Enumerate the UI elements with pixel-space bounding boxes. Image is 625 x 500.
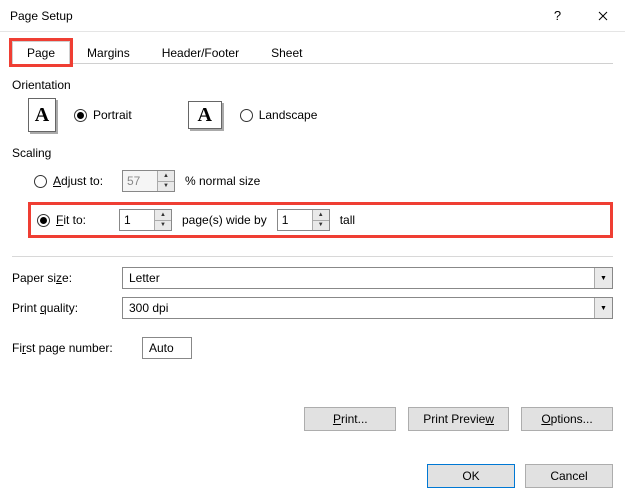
spinner-arrows-icon[interactable]: ▲▼ [157,171,174,191]
spinner-arrows-icon[interactable]: ▲▼ [154,210,171,230]
fit-wide-input[interactable] [120,210,154,230]
normal-size-label: % normal size [185,174,260,188]
orientation-label: Orientation [12,78,613,92]
close-button[interactable] [580,0,625,32]
paper-size-select[interactable]: Letter ▼ [122,267,613,289]
tabstrip: Page Margins Header/Footer Sheet [12,40,613,64]
chevron-down-icon: ▼ [594,298,612,318]
radio-dot-icon [37,214,50,227]
scaling-fit-to[interactable]: Fit to: [37,213,109,227]
landscape-icon: A [188,101,222,129]
tab-sheet[interactable]: Sheet [256,41,317,64]
print-quality-value: 300 dpi [123,301,594,315]
divider [12,256,613,257]
adjust-to-label: Adjust to: [53,174,103,188]
tab-margins[interactable]: Margins [72,41,145,64]
print-button[interactable]: Print... [304,407,396,431]
adjust-to-spinner[interactable]: ▲▼ [122,170,175,192]
radio-dot-icon [34,175,47,188]
print-quality-select[interactable]: 300 dpi ▼ [122,297,613,319]
fit-wide-spinner[interactable]: ▲▼ [119,209,172,231]
adjust-to-input[interactable] [123,171,157,191]
fit-to-label: Fit to: [56,213,86,227]
help-button[interactable]: ? [535,0,580,32]
fit-tall-spinner[interactable]: ▲▼ [277,209,330,231]
landscape-label: Landscape [259,108,318,122]
close-icon [598,11,608,21]
cancel-button[interactable]: Cancel [525,464,613,488]
orientation-landscape[interactable]: Landscape [240,108,318,122]
ok-button[interactable]: OK [427,464,515,488]
tab-header-footer[interactable]: Header/Footer [147,41,254,64]
paper-size-value: Letter [123,271,594,285]
dialog-footer: OK Cancel [427,464,613,488]
paper-size-label: Paper size: [12,271,122,285]
tab-page[interactable]: Page [12,41,70,64]
pages-wide-by-label: page(s) wide by [182,213,267,227]
spinner-arrows-icon[interactable]: ▲▼ [312,210,329,230]
chevron-down-icon: ▼ [594,268,612,288]
options-button[interactable]: Options... [521,407,613,431]
window-title: Page Setup [10,9,535,23]
first-page-number-label: First page number: [12,341,142,355]
portrait-label: Portrait [93,108,132,122]
fit-to-row: Fit to: ▲▼ page(s) wide by ▲▼ tall [28,202,613,238]
fit-tall-input[interactable] [278,210,312,230]
portrait-icon: A [28,98,56,132]
scaling-label: Scaling [12,146,613,160]
print-preview-button[interactable]: Print Preview [408,407,509,431]
scaling-adjust-to[interactable]: Adjust to: [34,174,112,188]
radio-dot-icon [74,109,87,122]
print-quality-label: Print quality: [12,301,122,315]
radio-dot-icon [240,109,253,122]
first-page-number-input[interactable]: Auto [142,337,192,359]
orientation-portrait[interactable]: Portrait [74,108,132,122]
tall-label: tall [340,213,355,227]
titlebar: Page Setup ? [0,0,625,32]
